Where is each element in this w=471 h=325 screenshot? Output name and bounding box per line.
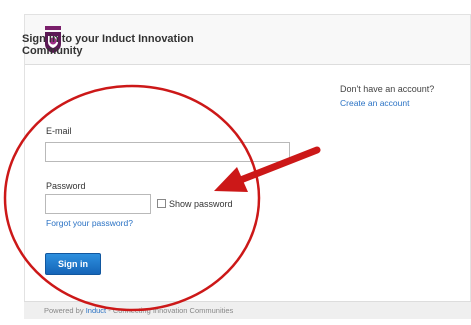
password-label: Password (46, 181, 86, 191)
show-password-label[interactable]: Show password (169, 199, 233, 209)
footer-powered-by: Powered by (44, 306, 84, 315)
no-account-text: Don't have an account? (340, 84, 435, 94)
signin-title: Sign in to your Induct Innovation Commun… (22, 33, 194, 57)
email-label: E-mail (46, 126, 72, 136)
email-field[interactable] (45, 142, 290, 162)
forgot-password-link[interactable]: Forgot your password? (46, 218, 133, 228)
page-footer: Powered by Induct - Connecting Innovatio… (24, 301, 471, 319)
create-account-link[interactable]: Create an account (340, 98, 409, 108)
show-password-checkbox[interactable] (157, 199, 166, 208)
sign-in-button[interactable]: Sign in (45, 253, 101, 275)
footer-brand-link[interactable]: Induct (86, 306, 106, 315)
password-field[interactable] (45, 194, 151, 214)
footer-text: Powered by Induct - Connecting Innovatio… (44, 306, 233, 315)
footer-tagline: - Connecting Innovation Communities (108, 306, 234, 315)
